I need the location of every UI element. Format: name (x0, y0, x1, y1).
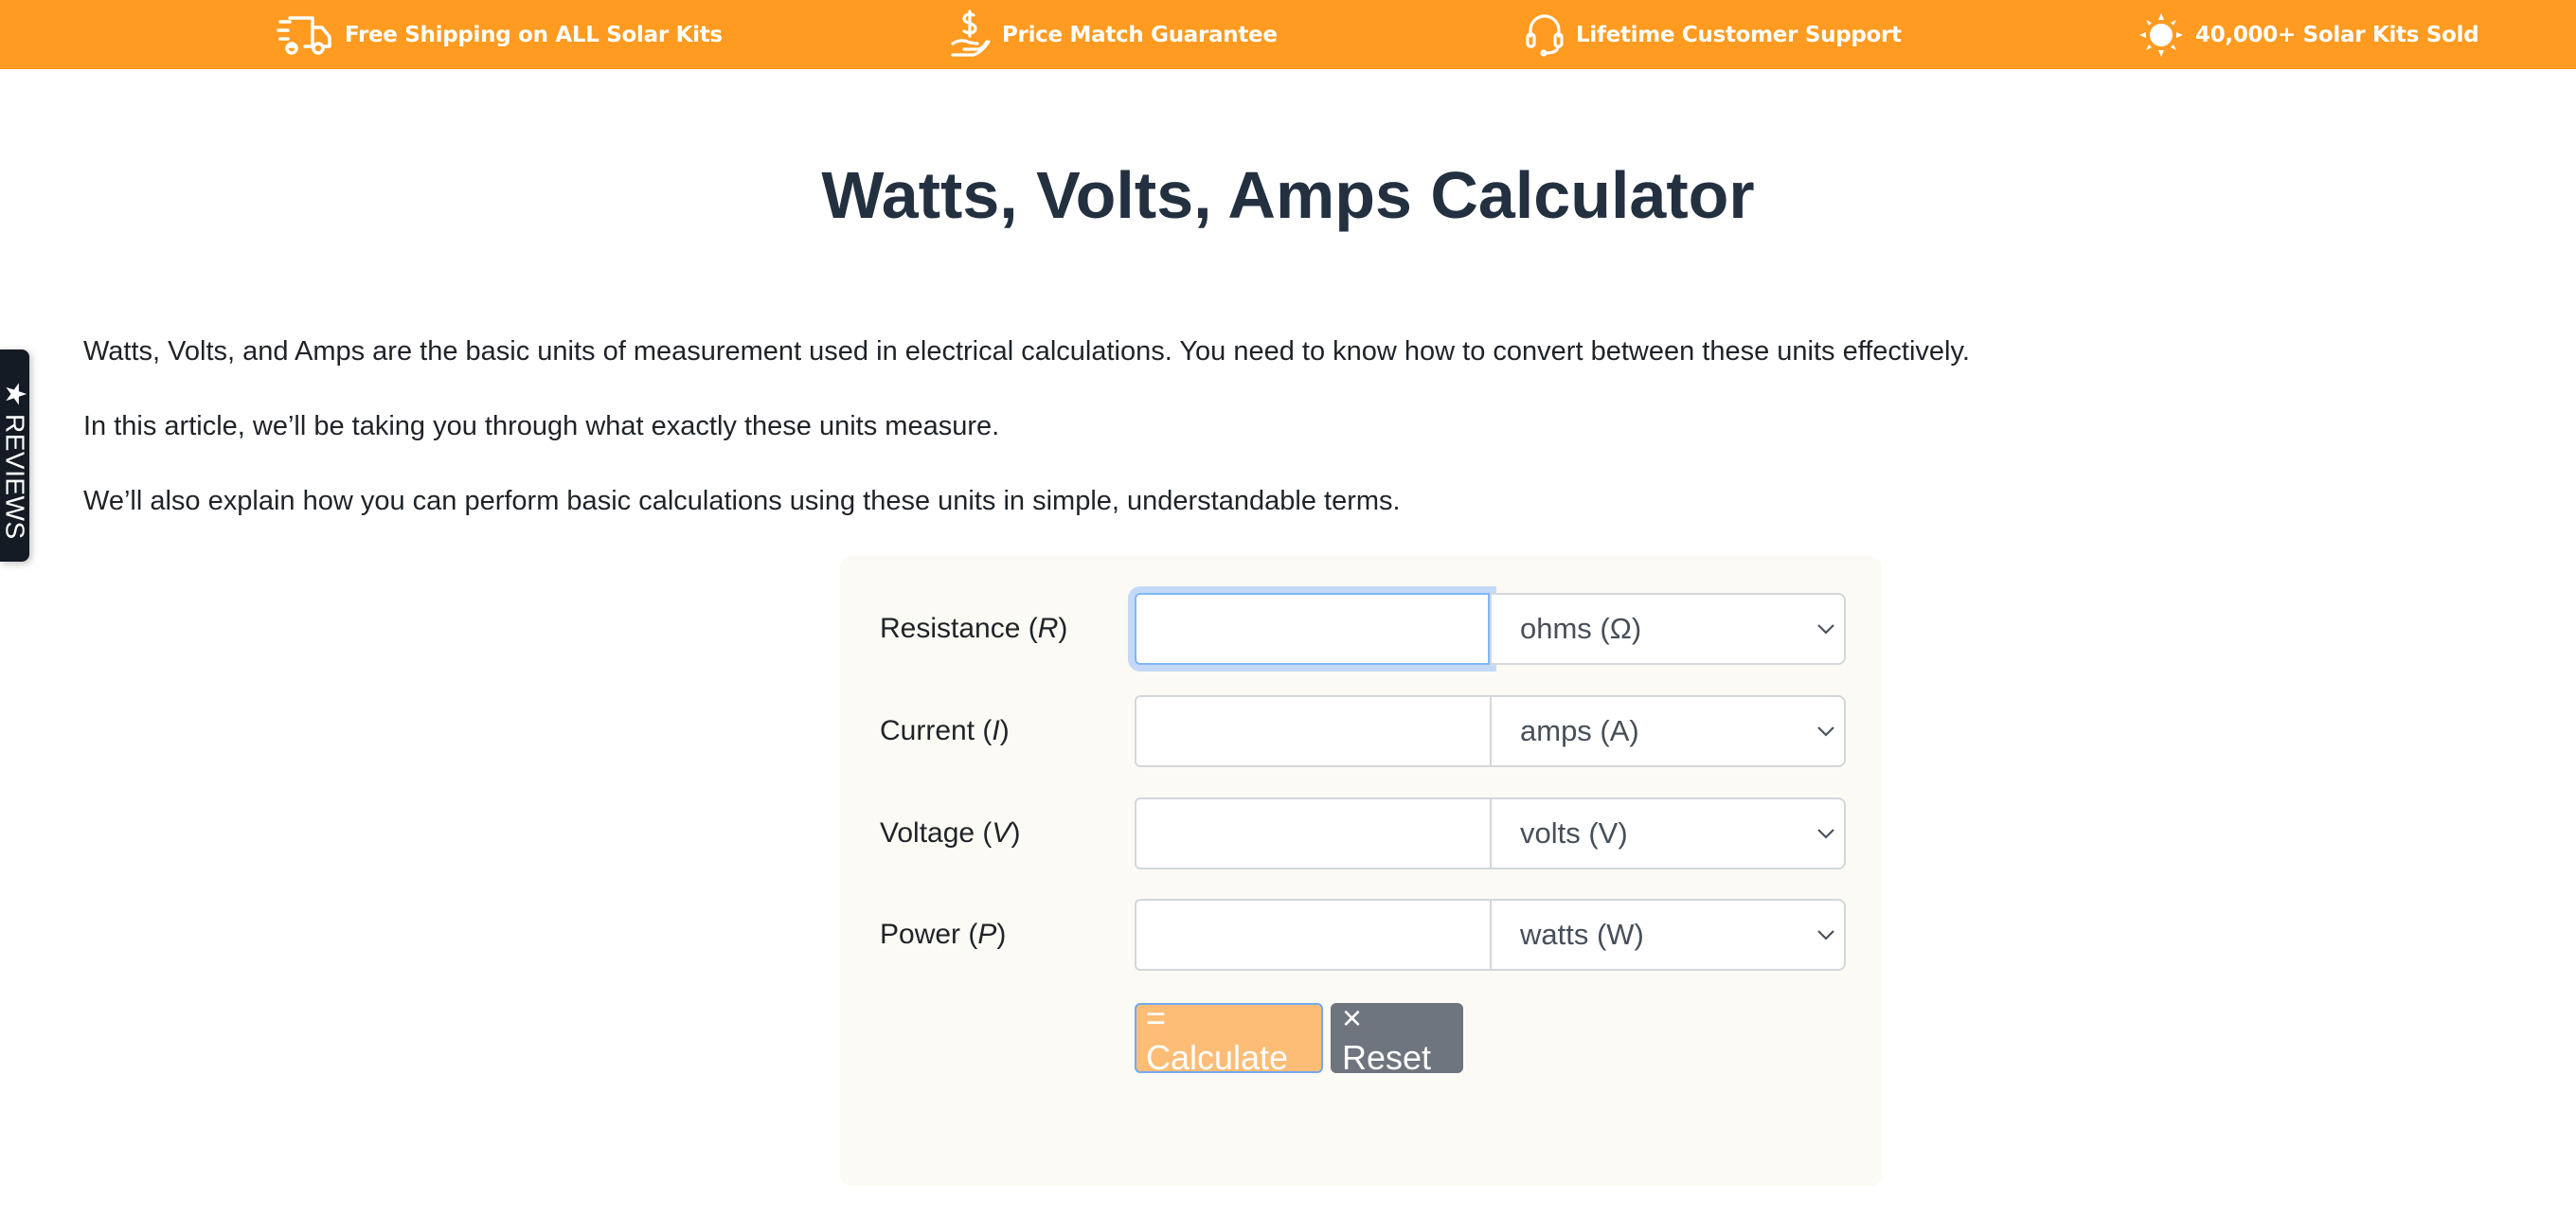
voltage-unit-select[interactable]: volts (V) (1490, 797, 1846, 869)
promo-kits-sold: 40,000+ Solar Kits Sold (2138, 0, 2479, 69)
intro-paragraph: Watts, Volts, and Amps are the basic uni… (83, 336, 1970, 367)
current-label: Current (I) (880, 715, 1010, 746)
reviews-tab[interactable]: ★ REVIEWS (0, 349, 31, 562)
promo-price-match: Price Match Guarantee (949, 0, 1278, 69)
resistance-input[interactable] (1135, 593, 1490, 665)
voltage-row: Voltage (V) volts (V) (840, 797, 1882, 869)
selected-unit: watts (W) (1520, 918, 1644, 951)
chevron-down-icon (1817, 624, 1834, 635)
selected-unit: volts (V) (1520, 816, 1628, 850)
power-input[interactable] (1135, 899, 1490, 971)
selected-unit: ohms (Ω) (1520, 612, 1642, 645)
voltage-label: Voltage (V) (880, 817, 1021, 849)
power-row: Power (P) watts (W) (840, 899, 1882, 971)
promo-label: 40,000+ Solar Kits Sold (2195, 22, 2479, 47)
button-row: = Calculate × Reset (1135, 998, 1463, 1077)
power-label: Power (P) (880, 919, 1007, 950)
reset-button[interactable]: × Reset (1331, 998, 1463, 1077)
current-input[interactable] (1135, 695, 1490, 767)
resistance-label: Resistance (R) (880, 613, 1068, 644)
truck-icon (277, 15, 331, 55)
power-unit-select[interactable]: watts (W) (1490, 899, 1846, 971)
page-title: Watts, Volts, Amps Calculator (821, 158, 1755, 232)
calculate-button[interactable]: = Calculate (1135, 998, 1323, 1077)
reviews-label: REVIEWS (0, 414, 30, 540)
chevron-down-icon (1817, 726, 1834, 737)
resistance-unit-select[interactable]: ohms (Ω) (1490, 593, 1846, 665)
promo-label: Lifetime Customer Support (1576, 22, 1902, 47)
headset-icon (1526, 13, 1564, 57)
current-unit-select[interactable]: amps (A) (1490, 695, 1846, 767)
voltage-input[interactable] (1135, 797, 1490, 869)
intro-paragraph: We’ll also explain how you can perform b… (83, 486, 1401, 516)
current-row: Current (I) amps (A) (840, 695, 1882, 767)
promo-free-shipping: Free Shipping on ALL Solar Kits (277, 0, 723, 69)
star-icon: ★ (0, 381, 31, 407)
calculator-panel: Resistance (R) ohms (Ω) Current (I) amps… (840, 556, 1882, 1186)
promo-label: Free Shipping on ALL Solar Kits (345, 22, 723, 47)
hand-dollar-icon (951, 9, 991, 57)
resistance-row: Resistance (R) ohms (Ω) (840, 593, 1882, 665)
intro-paragraph: In this article, we’ll be taking you thr… (83, 411, 1000, 441)
chevron-down-icon (1817, 930, 1834, 940)
promo-support: Lifetime Customer Support (1525, 0, 1902, 69)
sun-icon (2139, 12, 2183, 57)
selected-unit: amps (A) (1520, 714, 1639, 747)
promo-label: Price Match Guarantee (1002, 22, 1278, 47)
promo-bar: Free Shipping on ALL Solar Kits Price Ma… (0, 0, 2576, 69)
chevron-down-icon (1817, 829, 1834, 839)
